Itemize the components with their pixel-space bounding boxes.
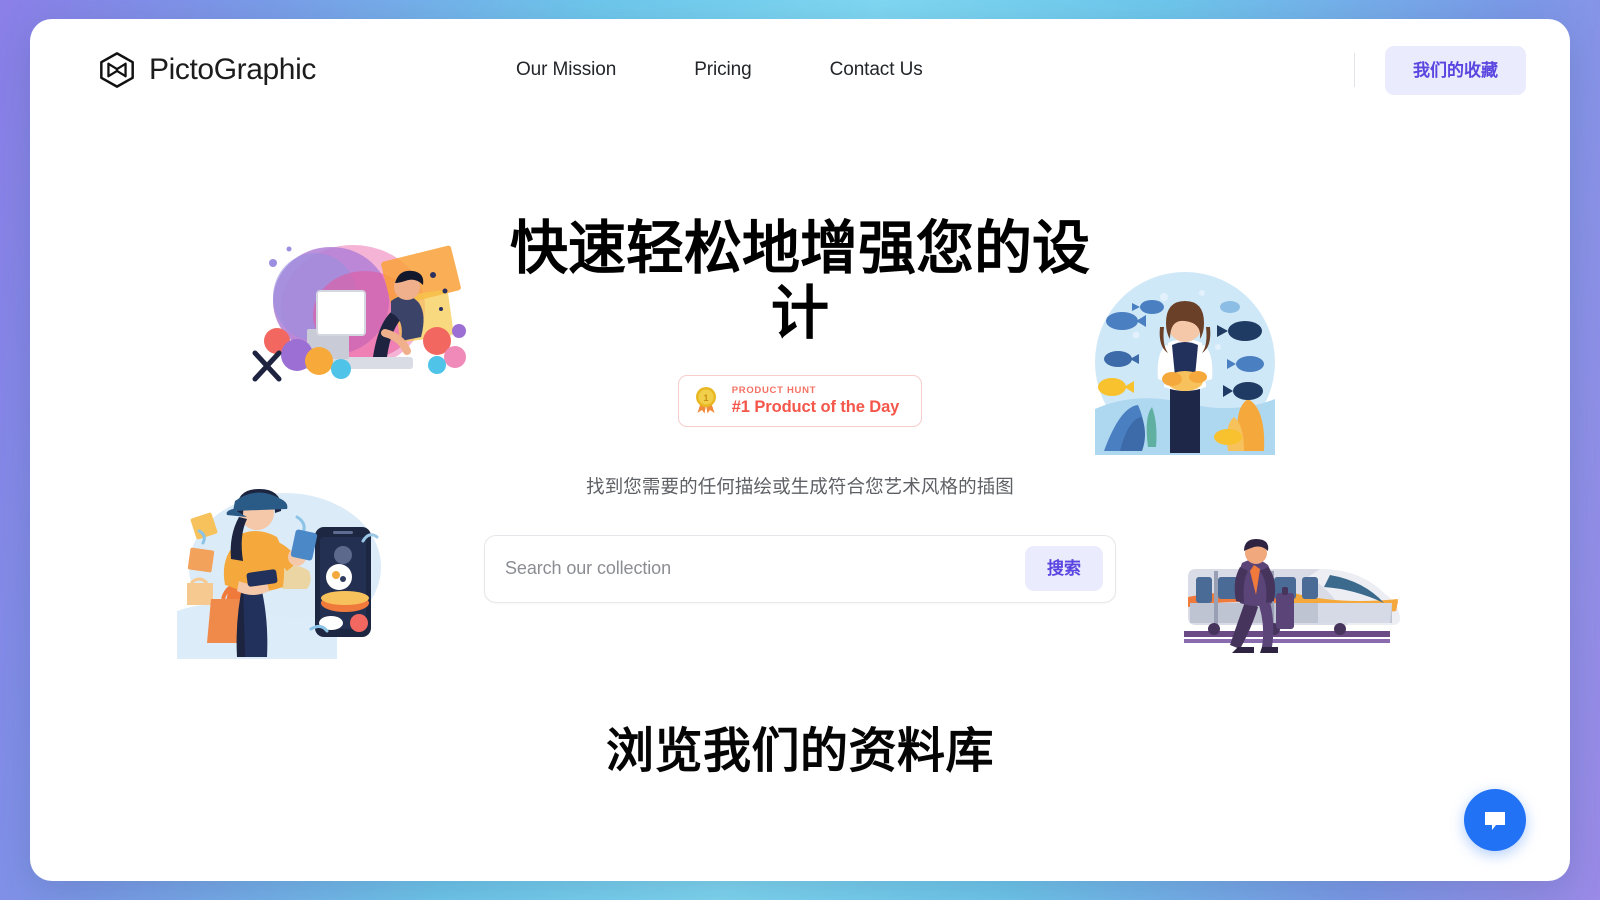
food-delivery-woman-with-phone-illustration <box>177 489 381 659</box>
hero-subtitle: 找到您需要的任何描绘或生成符合您艺术风格的插图 <box>586 475 1014 497</box>
hexagon-cube-icon <box>100 52 134 88</box>
search-input[interactable] <box>485 535 1025 602</box>
nav-item-our-mission[interactable]: Our Mission <box>516 59 616 81</box>
businessman-walking-by-train-illustration <box>1184 539 1400 653</box>
product-hunt-kicker: PRODUCT HUNT <box>731 384 817 396</box>
medal-award-icon: 1 <box>695 387 716 414</box>
hero-section: 快速轻松地增强您的设计 1 PRODUCT HUNT #1 Product of… <box>30 121 1570 761</box>
site-header: PictoGraphic Our Mission Pricing Contact… <box>30 19 1570 121</box>
header-actions: 我们的收藏 <box>1354 45 1526 95</box>
our-collection-button[interactable]: 我们的收藏 <box>1385 45 1526 95</box>
product-hunt-headline: #1 Product of the Day <box>731 397 900 416</box>
browse-library-title: 浏览我们的资料库 <box>605 725 994 778</box>
chat-widget-button[interactable] <box>1464 789 1526 851</box>
product-hunt-badge[interactable]: 1 PRODUCT HUNT #1 Product of the Day <box>677 374 923 427</box>
nav-item-pricing[interactable]: Pricing <box>694 59 751 81</box>
search-button[interactable]: 搜索 <box>1025 546 1103 592</box>
search-bar: 搜索 <box>484 534 1116 603</box>
brand-name: PictoGraphic <box>149 53 316 86</box>
hero-title: 快速轻松地增强您的设计 <box>509 216 1090 346</box>
page-card: PictoGraphic Our Mission Pricing Contact… <box>30 19 1570 881</box>
chat-bubble-icon <box>1485 812 1505 830</box>
nav-item-contact-us[interactable]: Contact Us <box>830 59 923 81</box>
header-divider <box>1354 53 1355 87</box>
main-nav: Our Mission Pricing Contact Us <box>516 59 923 81</box>
browse-library-section: 浏览我们的资料库 <box>30 711 1570 781</box>
designer-at-computer-illustration <box>252 245 466 382</box>
brand-logo[interactable]: PictoGraphic <box>98 51 316 89</box>
hero-content: 快速轻松地增强您的设计 1 PRODUCT HUNT #1 Product of… <box>450 216 1150 603</box>
svg-text:1: 1 <box>703 393 708 403</box>
